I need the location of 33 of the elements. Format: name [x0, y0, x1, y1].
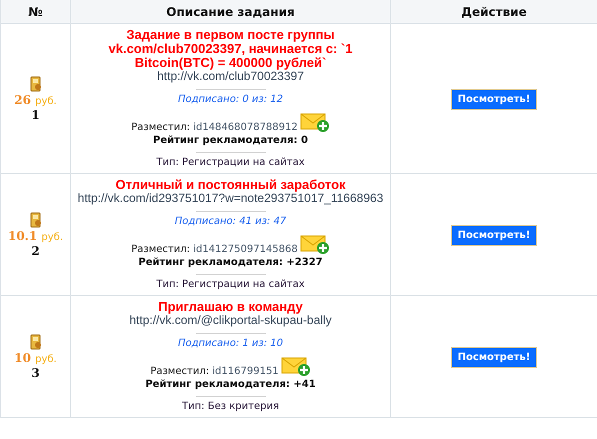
envelope-plus-icon[interactable]	[300, 111, 330, 133]
task-type: Тип: Регистрации на сайтах	[156, 157, 305, 168]
task-number: 1	[31, 108, 40, 122]
subscribed-count: Подписано: 0 из: 12	[178, 94, 284, 105]
reward-amount: 10 руб.	[14, 350, 57, 364]
envelope-plus-icon[interactable]	[280, 355, 311, 377]
task-number: 3	[31, 366, 40, 380]
advertiser-rating: Рейтинг рекламодателя: +41	[145, 379, 316, 390]
task-number: 2	[31, 244, 40, 258]
task-title: Отличный и постоянный заработок	[115, 178, 346, 192]
column-header: №	[0, 0, 70, 24]
subscribed-count: Подписано: 1 из: 10	[178, 338, 284, 349]
advertiser-rating: Рейтинг рекламодателя: +2327	[138, 257, 323, 268]
reward-amount: 26 руб.	[14, 92, 57, 106]
task-url: http://vk.com/id293751017?w=note293751017_11668963	[78, 192, 384, 205]
placed-by: Разместил: id148468078788912	[131, 122, 298, 133]
reward-amount: 10.1 руб.	[8, 228, 64, 242]
task-title: Приглашаю в команду	[158, 300, 303, 314]
task-url: http://vk.com/club70023397	[157, 70, 304, 83]
view-button[interactable]: Посмотреть!	[450, 225, 538, 246]
placed-by: Разместил: id141275097145868	[131, 244, 298, 255]
task-url: http://vk.com/@clikportal-skupau-bally	[129, 314, 332, 327]
envelope-plus-icon[interactable]	[300, 233, 330, 255]
task-type: Тип: Без критерия	[182, 401, 279, 412]
view-button[interactable]: Посмотреть!	[450, 347, 538, 368]
view-button[interactable]: Посмотреть!	[450, 89, 538, 110]
subscribed-count: Подписано: 41 из: 47	[174, 216, 286, 227]
column-header: Действие	[390, 0, 597, 24]
task-type: Тип: Регистрации на сайтах	[156, 279, 305, 290]
task-title: Задание в первом посте группы vk.com/club70023397, начинается с: `1 Bitcoin(BTC) = 400000 рублей`	[108, 28, 354, 70]
placed-by: Разместил: id116799151	[150, 366, 279, 377]
advertiser-rating: Рейтинг рекламодателя: 0	[153, 135, 308, 146]
column-header: Описание задания	[70, 0, 390, 24]
